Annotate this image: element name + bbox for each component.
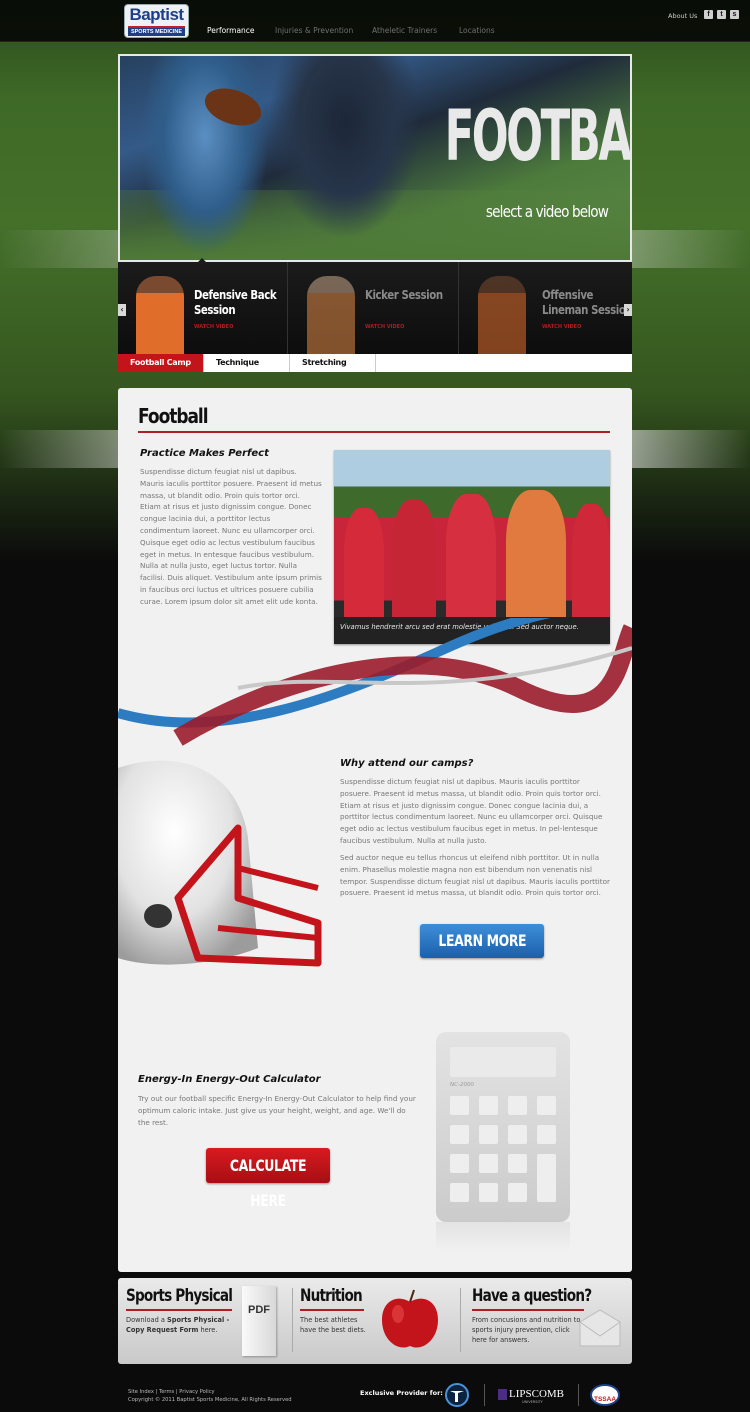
- content-tabs: Football Camp Technique Stretching: [118, 354, 632, 372]
- watch-video-link[interactable]: WATCH VIDEO: [194, 324, 233, 330]
- footer-link-site-index[interactable]: Site Index: [128, 1389, 154, 1395]
- player-thumbnail: [307, 276, 355, 354]
- footer-link-terms[interactable]: Terms: [159, 1389, 174, 1395]
- lipscomb-logo[interactable]: LIPSCOMB UNIVERSITY: [498, 1388, 570, 1406]
- share-icon[interactable]: s: [730, 10, 739, 19]
- video-slide-kicker[interactable]: Kicker Session WATCH VIDEO: [289, 262, 459, 354]
- envelope-icon[interactable]: [578, 1308, 622, 1348]
- promo-text: here.: [198, 1326, 218, 1334]
- carousel-prev-arrow[interactable]: ‹: [118, 304, 126, 316]
- tab-technique[interactable]: Technique: [204, 354, 290, 372]
- tssaa-wordmark: TSSAA: [593, 1396, 617, 1403]
- promo-strip: Sports Physical Download a Sports Physic…: [118, 1278, 632, 1364]
- main-content-panel: Football Practice Makes Perfect Suspendi…: [118, 388, 632, 1272]
- apple-icon: [382, 1289, 438, 1348]
- exclusive-provider-label: Exclusive Provider for:: [360, 1389, 443, 1397]
- slide-title: Kicker Session: [365, 288, 443, 302]
- section-body: Sed auctor neque eu tellus rhoncus ut el…: [340, 853, 610, 898]
- copyright-text: Copyright © 2011 Baptist Sports Medicine…: [128, 1397, 292, 1403]
- section-body: Try out our football specific Energy-In …: [138, 1094, 416, 1127]
- calculator-image: NC-2000: [436, 1032, 570, 1222]
- promo-body: Download a Sports Physical - Copy Reques…: [126, 1315, 238, 1335]
- promo-divider: [472, 1309, 584, 1311]
- video-carousel: Defensive Back Session WATCH VIDEO Kicke…: [118, 262, 633, 354]
- about-us-link[interactable]: About Us: [668, 12, 697, 20]
- footer-link-privacy[interactable]: Privacy Policy: [179, 1389, 214, 1395]
- facebook-icon[interactable]: f: [704, 10, 713, 19]
- baptist-logo[interactable]: Baptist SPORTS MEDICINE: [124, 4, 189, 38]
- nav-injuries-prevention[interactable]: Injuries & Prevention: [275, 26, 353, 35]
- tssaa-logo[interactable]: TSSAA: [590, 1384, 620, 1406]
- titans-logo[interactable]: [442, 1382, 472, 1408]
- hero-title: FOOTBALL: [444, 95, 630, 177]
- nav-athletic-trainers[interactable]: Atheletic Trainers: [372, 26, 437, 35]
- calculate-here-label: CALCULATE HERE: [229, 1156, 307, 1210]
- tab-football-camp[interactable]: Football Camp: [118, 354, 204, 372]
- page-title: Football: [138, 404, 209, 428]
- promo-title[interactable]: Nutrition: [300, 1286, 363, 1306]
- carousel-next-arrow[interactable]: ›: [624, 304, 632, 316]
- team-huddle-image: [334, 450, 610, 617]
- hero-banner: FOOTBALL select a video below: [118, 54, 632, 262]
- video-slide-offensive-lineman[interactable]: Offensive Lineman Session WATCH VIDEO: [460, 262, 633, 354]
- calculator-model: NC-2000: [450, 1082, 474, 1088]
- lipscomb-subtext: UNIVERSITY: [522, 1400, 543, 1404]
- logo-subtext: SPORTS MEDICINE: [128, 26, 185, 36]
- football-helmet-image: [118, 760, 322, 967]
- footer-links: Site Index | Terms | Privacy Policy Copy…: [128, 1389, 292, 1403]
- video-slide-defensive-back[interactable]: Defensive Back Session WATCH VIDEO: [118, 262, 288, 354]
- learn-more-label: LEARN MORE: [438, 931, 526, 950]
- section-heading: Practice Makes Perfect: [140, 448, 269, 459]
- learn-more-button[interactable]: LEARN MORE: [420, 924, 544, 958]
- tab-stretching[interactable]: Stretching: [290, 354, 376, 372]
- promo-text: Download a: [126, 1316, 168, 1324]
- slide-title: Offensive Lineman Session: [542, 288, 633, 317]
- watch-video-link[interactable]: WATCH VIDEO: [542, 324, 581, 330]
- promo-title[interactable]: Sports Physical: [126, 1286, 233, 1306]
- section-heading: Why attend our camps?: [340, 758, 474, 769]
- promo-divider: [126, 1309, 232, 1311]
- calculator-reflection: [436, 1222, 570, 1252]
- calculator-screen: [450, 1047, 556, 1077]
- promo-body: From concusions and nutrition to sports …: [472, 1316, 581, 1344]
- promo-separator: [292, 1288, 293, 1352]
- nav-locations[interactable]: Locations: [459, 26, 495, 35]
- hero-subtitle: select a video below: [485, 202, 609, 221]
- player-thumbnail: [136, 276, 184, 354]
- title-divider: [138, 431, 610, 433]
- promo-body: The best athletes have the best diets.: [300, 1316, 366, 1334]
- slide-title: Defensive Back Session: [194, 288, 277, 317]
- lipscomb-wordmark: LIPSCOMB: [509, 1388, 565, 1400]
- top-navigation-bar: Baptist SPORTS MEDICINE Performance Inju…: [0, 0, 750, 42]
- hero-player-image: [270, 56, 420, 236]
- footer-separator: [578, 1384, 579, 1406]
- twitter-icon[interactable]: t: [717, 10, 726, 19]
- footer-separator: [484, 1384, 485, 1406]
- pdf-icon[interactable]: PDF: [242, 1286, 276, 1356]
- promo-divider: [300, 1309, 364, 1311]
- watch-video-link[interactable]: WATCH VIDEO: [365, 324, 404, 330]
- promo-title[interactable]: Have a question?: [472, 1286, 592, 1306]
- logo-text: Baptist: [129, 5, 184, 24]
- team-photo: Vivamus hendrerit arcu sed erat molestie…: [334, 450, 610, 644]
- section-body: Suspendisse dictum feugiat nisl ut dapib…: [140, 467, 322, 606]
- decorative-swoosh: [118, 618, 632, 746]
- calculate-here-button[interactable]: CALCULATE HERE: [206, 1148, 330, 1210]
- hero-player-image: [140, 56, 270, 256]
- player-thumbnail: [478, 276, 526, 354]
- section-body: Suspendisse dictum feugiat nisl ut dapib…: [340, 777, 603, 845]
- nav-performance[interactable]: Performance: [207, 26, 255, 35]
- section-heading: Energy-In Energy-Out Calculator: [138, 1074, 321, 1085]
- promo-separator: [460, 1288, 461, 1352]
